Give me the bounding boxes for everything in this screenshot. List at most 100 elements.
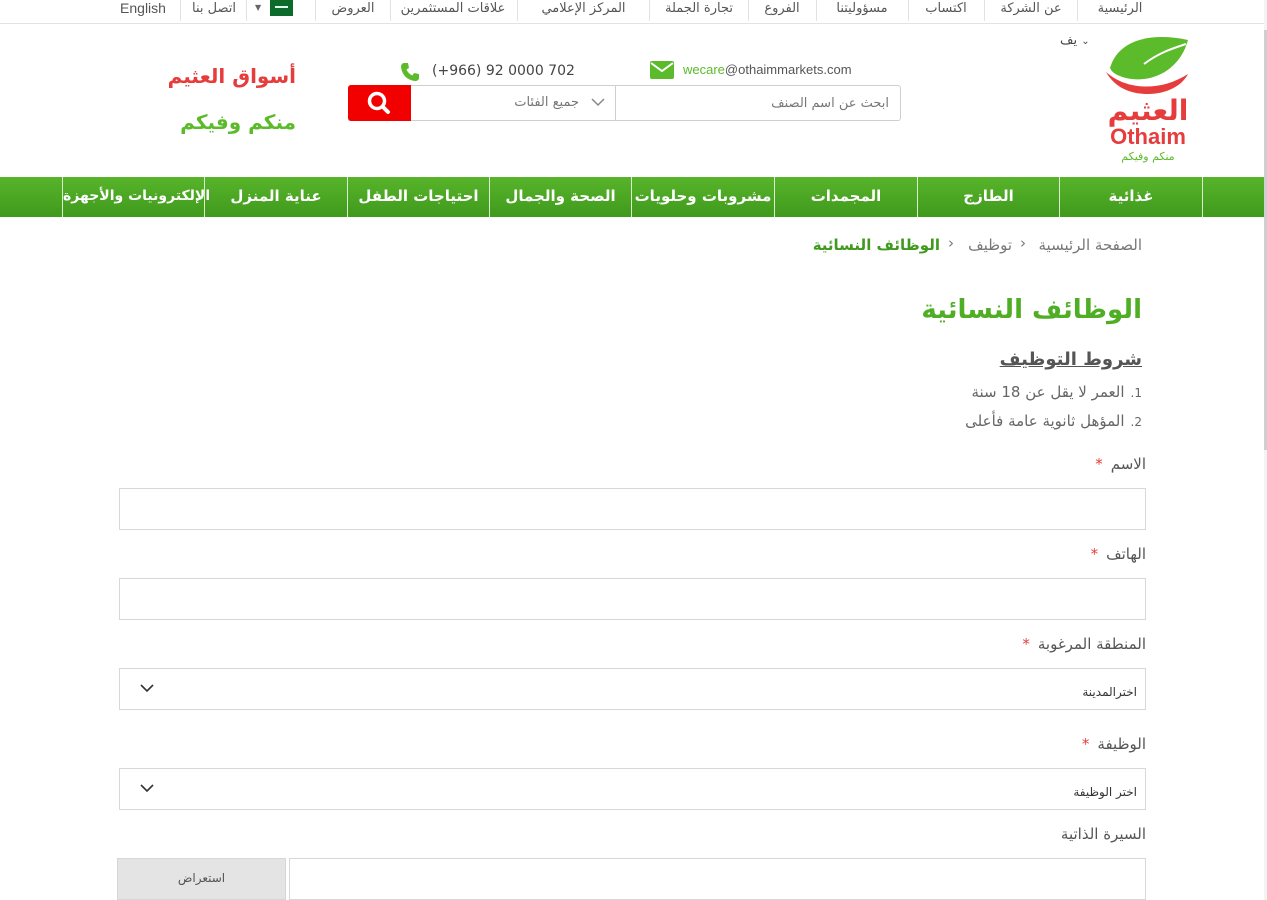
category-select[interactable]: جميع الفئات	[412, 86, 616, 120]
condition-number: 1.	[1130, 386, 1142, 400]
chevron-down-icon	[140, 684, 154, 693]
name-label: الاسم *	[1095, 455, 1146, 473]
cv-label: السيرة الذاتية	[1061, 825, 1146, 843]
chevron-left-icon: ›	[948, 234, 954, 252]
nav-item-frozen[interactable]: المجمدات	[775, 177, 917, 217]
nav-item-home-care[interactable]: عناية المنزل	[205, 177, 347, 217]
search-input[interactable]	[616, 86, 899, 120]
chevron-down-icon	[591, 98, 605, 107]
top-bar: الرئيسية عن الشركة اكتساب مسؤوليتنا الفر…	[0, 0, 1267, 24]
nav-item-food[interactable]: غذائية	[1060, 177, 1202, 217]
browse-button[interactable]: استعراض	[117, 858, 286, 900]
nav-item-electronics[interactable]: الإلكترونيات والأجهزة	[63, 177, 210, 217]
breadcrumb-home[interactable]: الصفحة الرئيسية	[1039, 236, 1143, 254]
required-mark: *	[1081, 735, 1090, 753]
top-link-about[interactable]: عن الشركة	[986, 0, 1076, 22]
job-select[interactable]: اختر الوظيفة	[119, 768, 1146, 810]
nav-divider	[1059, 177, 1060, 217]
required-mark: *	[1090, 545, 1099, 563]
envelope-icon	[650, 61, 674, 79]
cv-label-text: السيرة الذاتية	[1060, 825, 1146, 843]
email-link[interactable]: wecare@othaimmarkets.com	[683, 62, 852, 77]
divider	[517, 0, 518, 21]
region-label-text: المنطقة المرغوبة	[1037, 635, 1146, 653]
top-link-media-center[interactable]: المركز الإعلامي	[520, 0, 647, 22]
page-title: الوظائف النسائية	[921, 295, 1142, 325]
conditions-title: شروط التوظيف	[999, 349, 1142, 370]
phone-number[interactable]: (+966) 92 0000 702	[432, 63, 575, 79]
breadcrumb-employment[interactable]: توظيف	[968, 236, 1012, 254]
region-select[interactable]: اخترالمدينة	[119, 668, 1146, 710]
slogan-line-2: منكم وفيكم	[180, 110, 296, 134]
search-icon	[367, 91, 390, 114]
job-label-text: الوظيفة	[1097, 735, 1146, 753]
phone-icon	[401, 63, 419, 81]
divider	[748, 0, 749, 21]
divider	[315, 0, 316, 21]
required-mark: *	[1095, 455, 1103, 473]
divider	[908, 0, 909, 21]
nav-item-baby-needs[interactable]: احتياجات الطفل	[348, 177, 489, 217]
nav-item-fresh[interactable]: الطازج	[918, 177, 1059, 217]
chevron-left-icon: ›	[1020, 234, 1026, 252]
main-navigation: غذائية الطازج المجمدات مشروبات وحلويات ا…	[0, 177, 1267, 217]
nav-divider	[489, 177, 490, 217]
nav-divider	[774, 177, 775, 217]
email-domain: @othaimmarkets.com	[724, 62, 852, 77]
job-select-value: اختر الوظيفة	[1073, 785, 1137, 799]
top-link-acquisition[interactable]: اكتساب	[910, 0, 982, 22]
condition-item: 1. العمر لا يقل عن 18 سنة	[971, 383, 1142, 401]
condition-item: 2. المؤهل ثانوية عامة فأعلى	[965, 412, 1142, 430]
divider	[1077, 0, 1078, 21]
nav-divider	[917, 177, 918, 217]
nav-divider	[1202, 177, 1203, 217]
phone-label: الهاتف *	[1091, 545, 1146, 563]
nav-divider	[631, 177, 632, 217]
nav-divider	[347, 177, 348, 217]
phone-field[interactable]	[119, 578, 1146, 620]
name-field[interactable]	[119, 488, 1146, 530]
email-user: wecare	[683, 62, 725, 77]
divider	[816, 0, 817, 21]
top-link-contact[interactable]: اتصل بنا	[184, 0, 244, 22]
job-label: الوظيفة *	[1082, 735, 1146, 753]
language-dropdown[interactable]: يف ⌄	[1060, 33, 1090, 48]
condition-text: العمر لا يقل عن 18 سنة	[971, 383, 1125, 401]
top-link-responsibility[interactable]: مسؤوليتنا	[818, 0, 906, 22]
search-button[interactable]	[348, 85, 411, 121]
saudi-flag-icon[interactable]	[270, 0, 293, 16]
cv-file-field[interactable]	[289, 858, 1146, 900]
divider	[390, 0, 391, 21]
language-switch-english[interactable]: English	[112, 0, 174, 22]
chevron-down-icon[interactable]: ▼	[255, 3, 261, 12]
nav-item-health-beauty[interactable]: الصحة والجمال	[490, 177, 631, 217]
top-link-home[interactable]: الرئيسية	[1080, 0, 1160, 22]
chevron-down-icon: ⌄	[1081, 36, 1090, 47]
divider	[984, 0, 985, 21]
logo-english-text: Othaim	[1110, 124, 1186, 149]
region-label: المنطقة المرغوبة *	[1022, 635, 1146, 653]
phone-label-text: الهاتف	[1106, 545, 1146, 563]
nav-item-drinks-sweets[interactable]: مشروبات وحلويات	[632, 177, 774, 217]
slogan-line-1: أسواق العثيم	[167, 64, 296, 88]
divider	[649, 0, 650, 21]
top-link-offers[interactable]: العروض	[318, 0, 388, 22]
divider	[180, 0, 181, 21]
language-dropdown-label: يف	[1060, 33, 1078, 48]
top-link-investor-relations[interactable]: علاقات المستثمرين	[392, 0, 514, 22]
divider	[246, 0, 247, 21]
region-select-value: اخترالمدينة	[1082, 685, 1137, 699]
logo-tagline: منكم وفيكم	[1121, 150, 1175, 163]
top-link-branches[interactable]: الفروع	[750, 0, 814, 22]
top-link-wholesale[interactable]: تجارة الجملة	[652, 0, 746, 22]
name-label-text: الاسم	[1110, 455, 1146, 473]
condition-number: 2.	[1130, 415, 1142, 429]
required-mark: *	[1022, 635, 1030, 653]
chevron-down-icon	[140, 784, 154, 793]
othaim-logo[interactable]: العثيم Othaim منكم وفيكم	[1104, 34, 1192, 166]
nav-divider	[62, 177, 63, 217]
logo-arabic-text: العثيم	[1107, 94, 1189, 127]
breadcrumb-current: الوظائف النسائية	[812, 236, 940, 254]
condition-text: المؤهل ثانوية عامة فأعلى	[965, 412, 1125, 430]
category-select-value: جميع الفئات	[514, 95, 579, 110]
